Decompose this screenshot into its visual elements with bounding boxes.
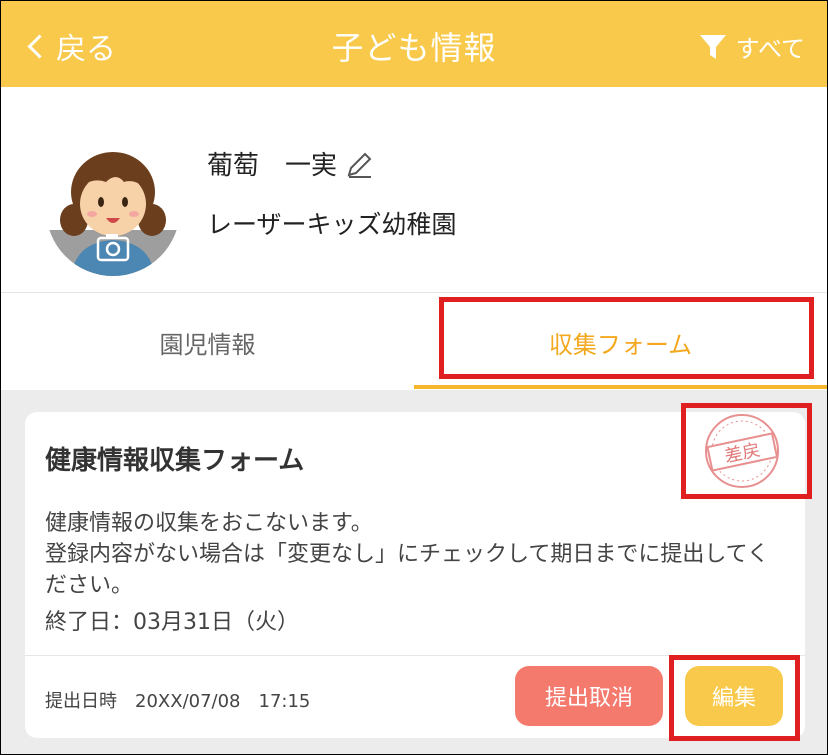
child-profile: 葡萄 一実 レーザーキッズ幼稚園: [1, 87, 827, 292]
form-card[interactable]: 健康情報収集フォーム 健康情報の収集をおこないます。 登録内容がない場合は「変更…: [25, 412, 805, 738]
tab-bar: 園児情報 収集フォーム: [1, 292, 827, 391]
edit-button[interactable]: 編集: [685, 666, 783, 726]
tab-child-info[interactable]: 園児情報: [1, 293, 414, 391]
returned-stamp-icon: 差戻: [705, 414, 779, 488]
form-description-line: 登録内容がない場合は「変更なし」にチェックして期日までに提出してください。: [45, 542, 770, 598]
school-name: レーザーキッズ幼稚園: [207, 210, 457, 239]
child-avatar-illustration: [46, 142, 180, 276]
submitted-datetime: 提出日時 20XX/07/08 17:15: [45, 691, 311, 712]
tab-collection-form[interactable]: 収集フォーム: [414, 293, 827, 391]
filter-icon: [699, 34, 726, 59]
end-date: 終了日：03月31日（火）: [45, 610, 299, 635]
avatar[interactable]: [46, 142, 180, 276]
cancel-submission-button[interactable]: 提出取消: [515, 666, 663, 726]
divider: [25, 655, 805, 656]
app-screen: 戻る 子ども情報 すべて 葡萄 一実 レーザーキッズ幼稚園 園児情報 収集フォー…: [0, 0, 828, 755]
active-tab-indicator: [414, 385, 827, 389]
filter-button[interactable]: すべて: [698, 29, 805, 64]
filter-label: すべて: [735, 35, 805, 63]
pencil-icon[interactable]: [345, 149, 375, 179]
form-description-line: 健康情報の収集をおこないます。: [45, 511, 373, 536]
form-title: 健康情報収集フォーム: [45, 446, 305, 476]
child-name: 葡萄 一実: [207, 151, 338, 181]
app-header: 戻る 子ども情報 すべて: [1, 1, 827, 87]
form-description: 健康情報の収集をおこないます。 登録内容がない場合は「変更なし」にチェックして期…: [45, 508, 775, 601]
